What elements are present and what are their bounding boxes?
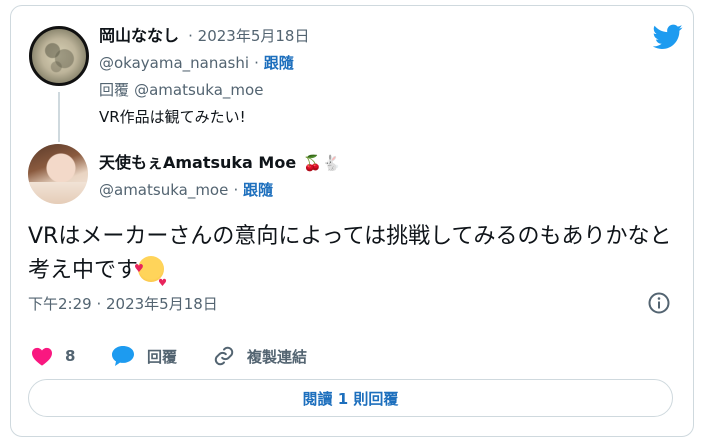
- thread-line: [58, 92, 60, 142]
- replying-to-label: 回覆: [99, 81, 130, 99]
- replying-to: 回覆 @amatsuka_moe: [99, 79, 263, 100]
- main-handle[interactable]: @amatsuka_moe: [99, 181, 228, 199]
- parent-header: 岡山ななし · 2023年5月18日: [99, 22, 309, 46]
- main-tweet-text: VRはメーカーさんの意向によっては挑戦してみるのもありかなと考え中です: [28, 224, 672, 283]
- read-replies-button[interactable]: 閱讀 1 則回覆: [28, 379, 673, 417]
- info-icon[interactable]: [647, 291, 671, 315]
- twitter-bird-icon[interactable]: [653, 24, 683, 50]
- like-count: 8: [65, 347, 76, 365]
- parent-tweet-text: VR作品は観てみたい!: [99, 108, 246, 126]
- reply-action[interactable]: 回覆: [111, 342, 177, 370]
- main-header: 天使もぇAmatsuka Moe 🍒🐇: [99, 149, 341, 173]
- main-follow-link[interactable]: 跟隨: [243, 181, 273, 199]
- main-avatar[interactable]: [28, 144, 88, 204]
- parent-display-name[interactable]: 岡山ななし: [99, 26, 179, 45]
- heart-icon: [32, 347, 52, 366]
- name-emojis: 🍒🐇: [303, 154, 341, 172]
- reply-label: 回覆: [147, 347, 178, 366]
- speech-bubble-icon: [112, 346, 134, 366]
- smiling-face-with-hearts-icon: [134, 252, 167, 301]
- read-replies-label: 閱讀 1 則回覆: [302, 389, 399, 408]
- tweet-embed-card: 岡山ななし · 2023年5月18日 @okayama_nanashi · 跟隨…: [10, 5, 694, 437]
- link-icon: [214, 346, 234, 366]
- copy-link-action[interactable]: 複製連結: [213, 342, 307, 370]
- main-tweet-text-block: VRはメーカーさんの意向によっては挑戦してみるのもありかなと考え中です: [28, 220, 678, 301]
- parent-follow-link[interactable]: 跟隨: [264, 54, 294, 72]
- parent-handle[interactable]: @okayama_nanashi: [99, 54, 249, 72]
- copy-link-label: 複製連結: [247, 347, 308, 366]
- main-handle-row: @amatsuka_moe · 跟隨: [99, 181, 273, 199]
- like-action[interactable]: 8: [31, 342, 75, 370]
- tweet-timestamp[interactable]: 下午2:29 · 2023年5月18日: [28, 293, 218, 314]
- main-display-name[interactable]: 天使もぇAmatsuka Moe: [99, 153, 296, 172]
- parent-avatar[interactable]: [29, 26, 89, 86]
- parent-date[interactable]: · 2023年5月18日: [188, 27, 309, 45]
- parent-handle-row: @okayama_nanashi · 跟隨: [99, 54, 294, 72]
- replying-to-handle[interactable]: @amatsuka_moe: [134, 81, 263, 99]
